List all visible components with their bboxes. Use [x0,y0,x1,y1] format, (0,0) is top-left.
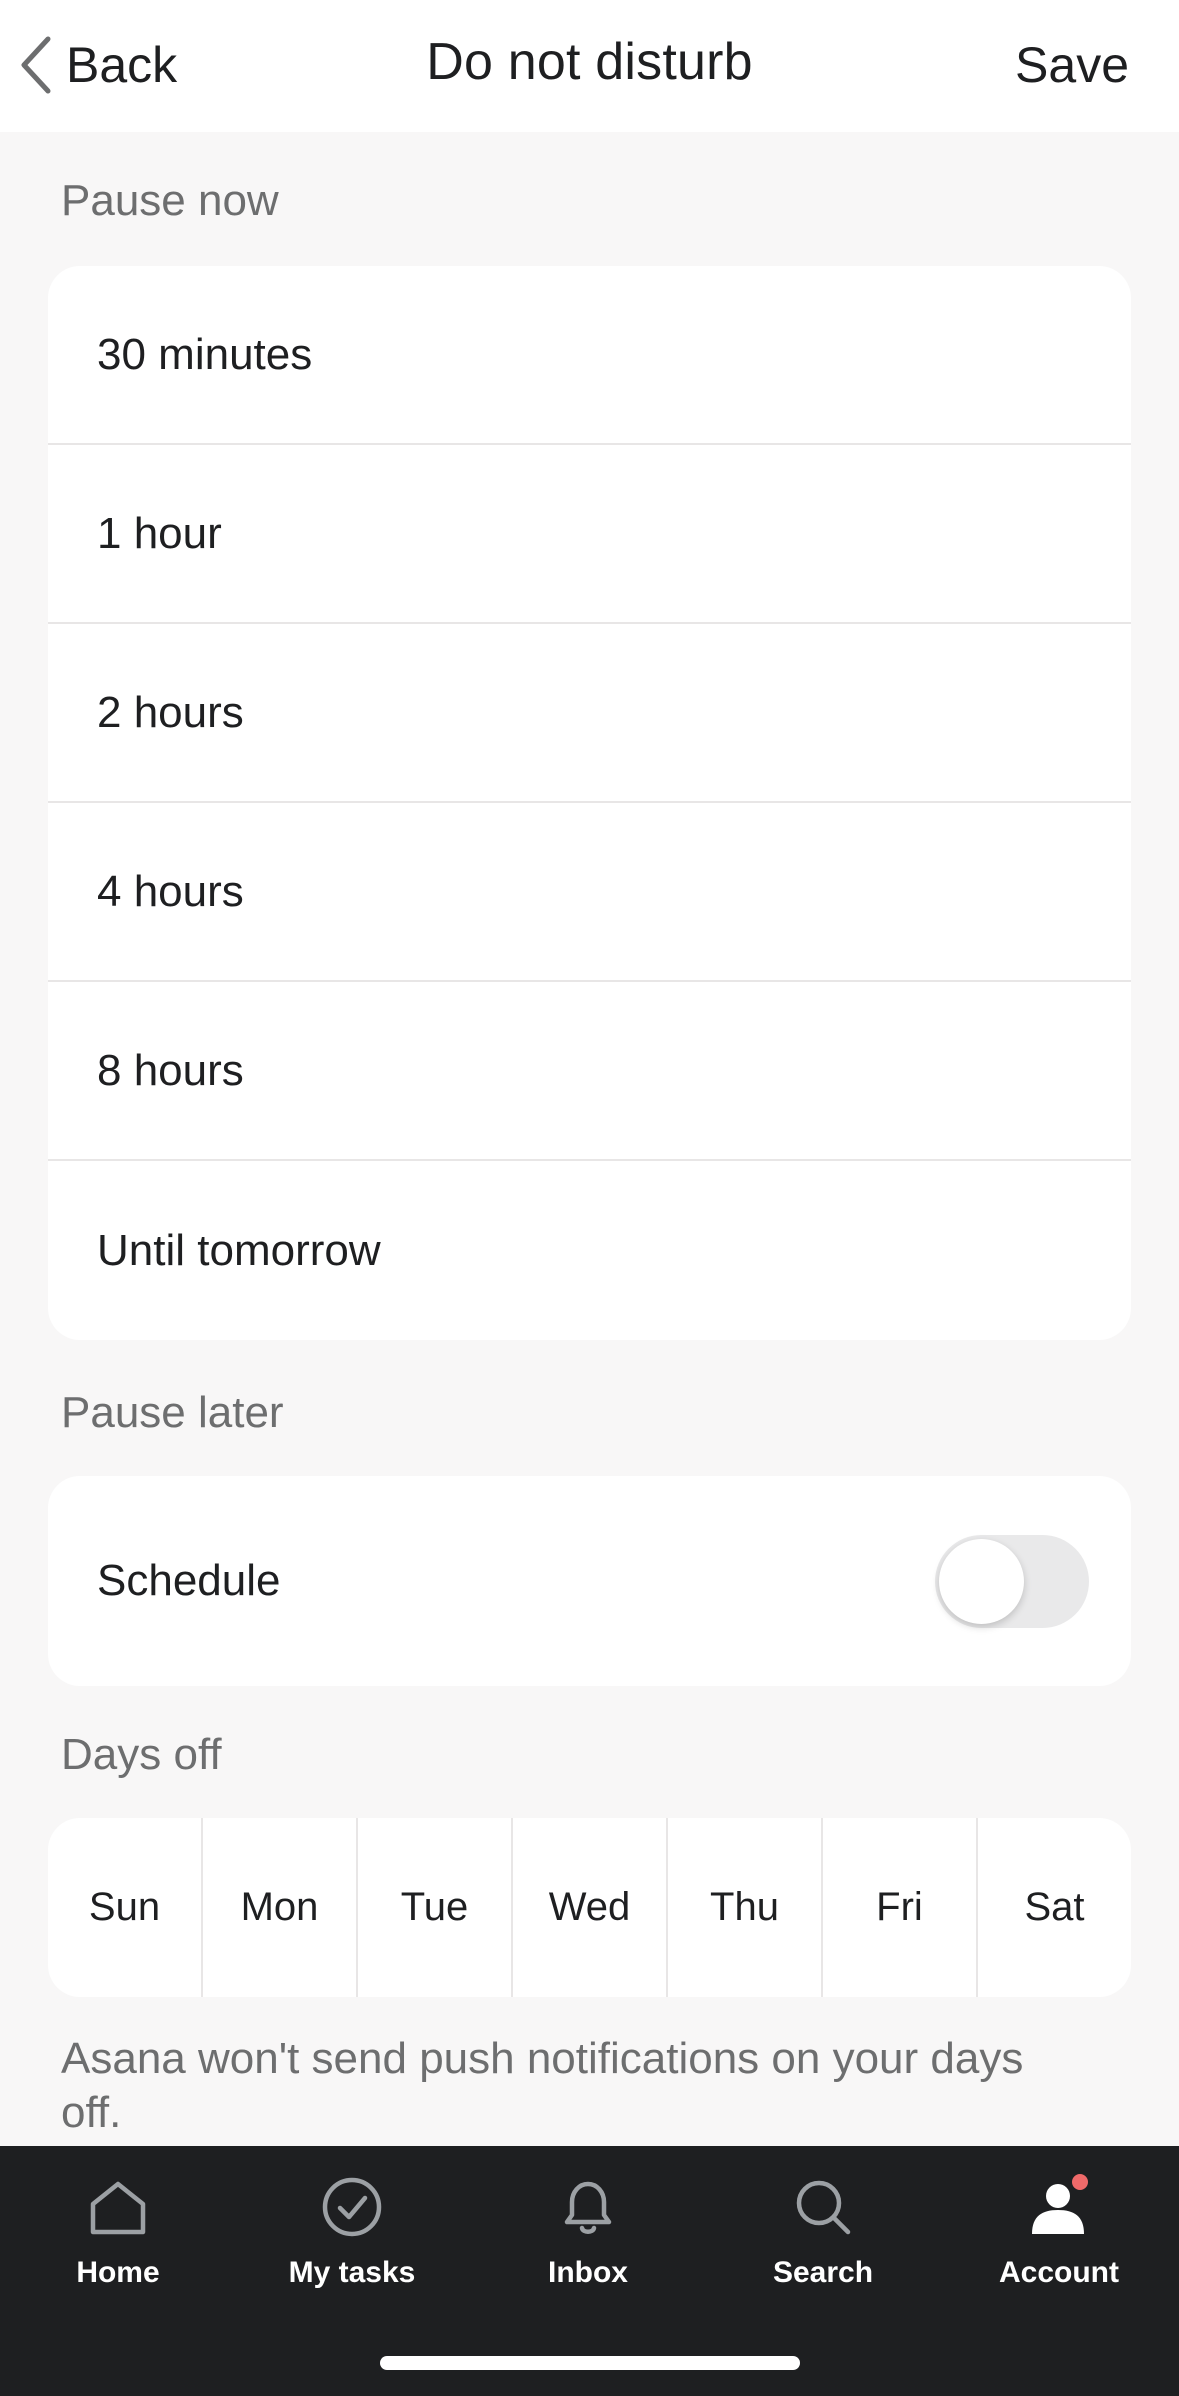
pause-option-4-hours[interactable]: 4 hours [48,803,1131,982]
days-off-card: Sun Mon Tue Wed Thu Fri Sat [48,1818,1131,1997]
tab-my-tasks[interactable]: My tasks [252,2172,452,2302]
pause-option-2-hours[interactable]: 2 hours [48,624,1131,803]
section-label-pause-now: Pause now [61,176,279,225]
tab-label-account: Account [999,2256,1119,2289]
schedule-toggle[interactable] [935,1534,1089,1628]
tab-search[interactable]: Search [723,2172,923,2302]
pause-later-card: Schedule [48,1476,1131,1686]
pause-option-8-hours[interactable]: 8 hours [48,982,1131,1161]
account-icon [1032,2174,1088,2234]
pause-option-30-minutes[interactable]: 30 minutes [48,266,1131,445]
tab-account[interactable]: Account [959,2172,1159,2302]
tab-label-inbox: Inbox [548,2256,628,2289]
nav-header: Back Do not disturb Save [0,0,1179,132]
toggle-knob [939,1538,1024,1624]
day-tue[interactable]: Tue [358,1818,513,1997]
section-label-pause-later: Pause later [61,1388,284,1437]
home-icon [90,2181,146,2235]
pause-option-1-hour[interactable]: 1 hour [48,445,1131,624]
search-icon [796,2180,851,2235]
save-button[interactable]: Save [1015,36,1129,94]
day-sat[interactable]: Sat [978,1818,1131,1997]
tab-label-home: Home [76,2256,160,2289]
day-wed[interactable]: Wed [513,1818,668,1997]
bell-icon [564,2181,612,2234]
day-fri[interactable]: Fri [823,1818,978,1997]
pause-now-card: 30 minutes 1 hour 2 hours 4 hours 8 hour… [48,266,1131,1340]
day-thu[interactable]: Thu [668,1818,823,1997]
schedule-row: Schedule [48,1476,1131,1686]
home-indicator [380,2356,800,2370]
tab-inbox[interactable]: Inbox [488,2172,688,2302]
tab-label-my-tasks: My tasks [288,2256,416,2289]
schedule-label: Schedule [97,1556,281,1605]
pause-option-until-tomorrow[interactable]: Until tomorrow [48,1161,1131,1340]
tab-home[interactable]: Home [18,2172,218,2302]
days-off-note: Asana won't send push notifications on y… [61,2034,1024,2137]
check-circle-icon [322,2177,382,2237]
tab-label-search: Search [772,2256,874,2289]
day-mon[interactable]: Mon [203,1818,358,1997]
page-title: Do not disturb [426,33,753,91]
section-label-days-off: Days off [61,1730,222,1779]
day-sun[interactable]: Sun [48,1818,203,1997]
notification-badge [1072,2174,1088,2190]
days-row: Sun Mon Tue Wed Thu Fri Sat [48,1818,1131,1997]
